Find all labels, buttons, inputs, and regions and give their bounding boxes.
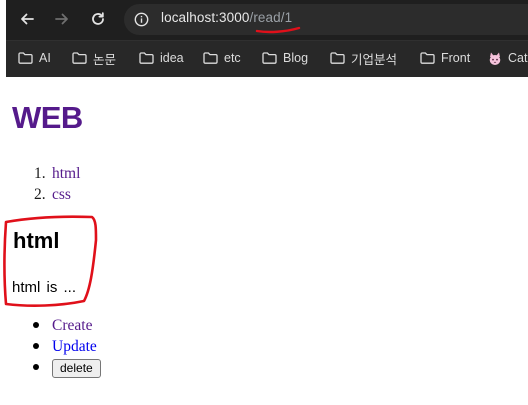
folder-icon	[330, 52, 345, 64]
bookmark-label: Blog	[283, 51, 309, 65]
folder-icon	[72, 52, 87, 64]
list-item: 1. html	[34, 163, 80, 184]
bookmark-folder-blog[interactable]: Blog	[262, 49, 308, 67]
bookmark-folder-ai[interactable]: AI	[18, 49, 51, 67]
folder-icon	[203, 52, 218, 64]
topic-link-html[interactable]: html	[52, 165, 80, 182]
page-title[interactable]: WEB	[12, 100, 83, 136]
topic-list: 1. html 2. css	[34, 163, 80, 205]
bookmark-label: etc	[224, 51, 241, 65]
bookmark-folder-papers[interactable]: 논문	[72, 49, 116, 67]
create-link[interactable]: Create	[52, 317, 92, 334]
list-item: Update	[30, 336, 101, 357]
bookmark-label: Front	[441, 51, 471, 65]
bookmark-folder-idea[interactable]: idea	[139, 49, 184, 67]
delete-button[interactable]: delete	[52, 359, 101, 378]
article-body: html is ...	[12, 279, 77, 296]
bullet	[33, 322, 39, 328]
topic-link-css[interactable]: css	[52, 186, 71, 203]
bullet	[33, 343, 39, 349]
bullet	[33, 364, 39, 370]
list-number: 2.	[34, 186, 46, 203]
url-host: localhost:3000	[161, 10, 250, 25]
bookmark-folder-etc[interactable]: etc	[203, 49, 241, 67]
article-title: html	[13, 228, 60, 253]
bookmark-label: Cat	[508, 51, 528, 65]
article-highlight-annotation	[3, 215, 98, 307]
forward-button[interactable]	[51, 8, 73, 30]
list-item: delete	[30, 357, 101, 378]
forward-arrow-icon	[55, 13, 68, 25]
back-arrow-icon	[21, 13, 34, 25]
bookmark-folder-company-analysis[interactable]: 기업분석	[330, 49, 397, 67]
site-info-icon[interactable]	[134, 12, 149, 27]
bookmark-label: AI	[39, 51, 51, 65]
list-item: Create	[30, 315, 101, 336]
bookmark-label: 기업분석	[351, 52, 398, 67]
folder-icon	[420, 52, 435, 64]
url-highlight-annotation	[255, 26, 301, 34]
address-url[interactable]: localhost:3000/read/1	[161, 10, 292, 25]
bookmark-label: 논문	[93, 52, 117, 67]
bookmark-folder-front[interactable]: Front	[420, 49, 470, 67]
reload-icon	[92, 12, 104, 25]
folder-icon	[18, 52, 33, 64]
update-link[interactable]: Update	[52, 338, 97, 355]
folder-icon	[139, 52, 154, 64]
back-button[interactable]	[16, 8, 38, 30]
folder-icon	[262, 52, 277, 64]
bookmark-cat[interactable]: Cat	[488, 49, 527, 67]
control-list: Create Update delete	[30, 315, 101, 378]
list-item: 2. css	[34, 184, 80, 205]
url-path: /read/1	[249, 10, 293, 25]
list-number: 1.	[34, 165, 46, 182]
bookmark-label: idea	[160, 51, 184, 65]
cat-favicon-icon	[489, 52, 501, 65]
reload-button[interactable]	[87, 8, 109, 30]
